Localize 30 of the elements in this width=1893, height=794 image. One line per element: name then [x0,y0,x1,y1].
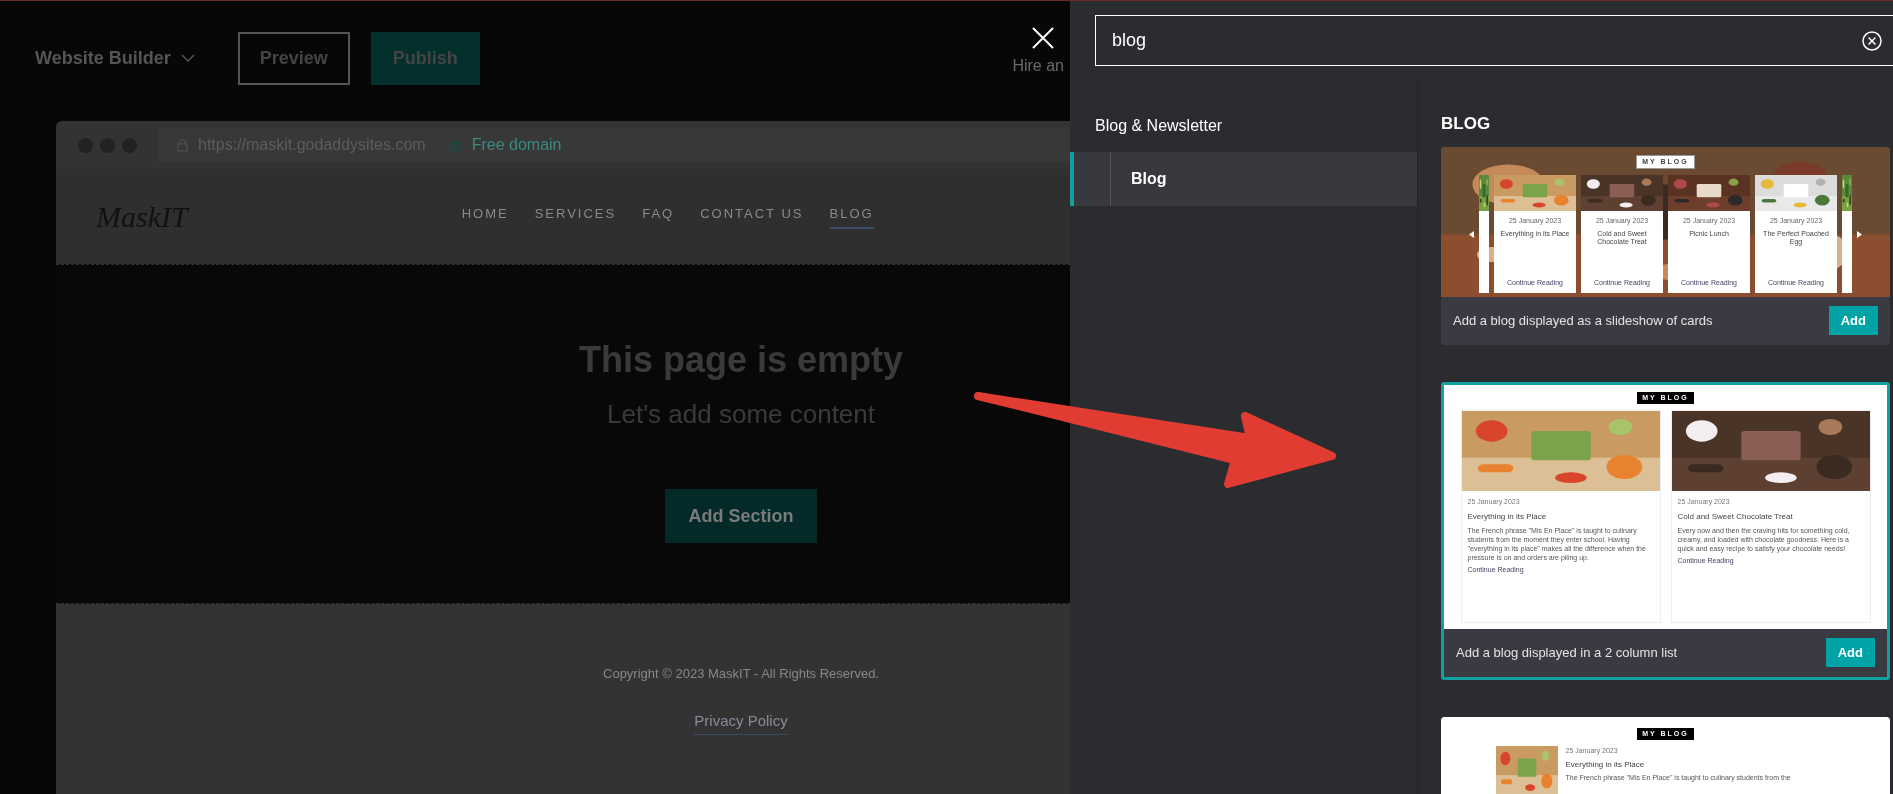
privacy-policy-link[interactable]: Privacy Policy [694,709,788,735]
free-domain-link[interactable]: Free domain [471,133,562,157]
search-field[interactable]: blog [1095,15,1893,66]
post-title: Cold and Sweet Chocolate Treat [1677,510,1794,523]
template-caption: Add a blog displayed as a slideshow of cards [1453,311,1713,330]
template-caption: Add a blog displayed in a 2 column list [1456,643,1678,662]
nav-link[interactable]: SERVICES [534,203,617,230]
builder-title[interactable]: Website Builder [35,45,171,72]
chevron-down-icon[interactable] [180,54,195,63]
preview-button[interactable]: Preview [237,32,350,85]
category-item[interactable]: Blog [1070,152,1417,206]
post-title: Everything in its Place [1467,510,1548,523]
lock-icon [177,138,188,152]
nav-link[interactable]: HOME [461,203,509,230]
nav-link[interactable]: CONTACT US [700,203,804,230]
close-icon[interactable] [1032,27,1054,49]
nav-link[interactable]: BLOG [829,203,874,230]
copyright-text: Copyright © 2023 MaskIT - All Rights Reserved. [603,665,879,683]
add-button[interactable]: Add [1825,638,1875,667]
section-title: BLOG [1441,113,1492,135]
gift-icon [447,138,462,152]
hire-text: Hire an [1012,55,1064,76]
add-button[interactable]: Add [1828,306,1878,335]
nav-link[interactable]: FAQ [642,203,675,230]
template-card[interactable] [1441,381,1890,680]
post-title: Everything in its Place [1565,758,1646,771]
category-heading: Blog & Newsletter [1094,116,1224,136]
search-input: blog [1112,27,1862,54]
add-section-button[interactable]: Add Section [665,489,817,543]
clear-icon[interactable] [1862,30,1882,51]
